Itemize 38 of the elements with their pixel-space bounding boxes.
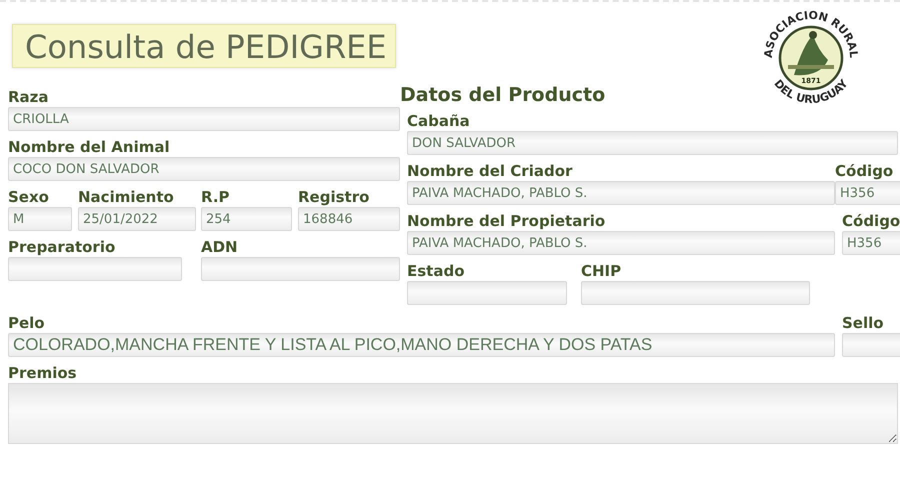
text-field[interactable]	[581, 281, 810, 305]
field-label: Pelo	[8, 314, 46, 332]
field-label: R.P	[201, 188, 231, 206]
field-label: Cabaña	[407, 112, 471, 130]
field-label: Código	[835, 162, 894, 180]
field-label: Nombre del Criador	[407, 162, 574, 180]
field-label: Nombre del Propietario	[407, 212, 606, 230]
text-field[interactable]	[8, 257, 182, 281]
text-area[interactable]	[8, 383, 898, 444]
text-field[interactable]: COLORADO,MANCHA FRENTE Y LISTA AL PICO,MANO DERECHA Y DOS PATAS	[8, 333, 835, 357]
field-label: Estado	[407, 262, 466, 280]
field-label: Código	[842, 212, 900, 230]
field-label: Sexo	[8, 188, 50, 206]
section-heading: Datos del Producto	[400, 84, 606, 106]
text-field[interactable]: COCO DON SALVADOR	[8, 157, 400, 181]
field-label: Premios	[8, 364, 78, 382]
field-label: Raza	[8, 88, 50, 106]
text-field[interactable]: PAIVA MACHADO, PABLO S.	[407, 231, 835, 255]
text-field[interactable]: CRIOLLA	[8, 107, 400, 131]
text-field[interactable]	[201, 257, 400, 281]
field-label: Preparatorio	[8, 238, 116, 256]
text-field[interactable]: 25/01/2022	[78, 207, 196, 231]
text-field[interactable]	[842, 333, 900, 357]
text-field[interactable]: PAIVA MACHADO, PABLO S.	[407, 181, 835, 205]
field-label: Nombre del Animal	[8, 138, 171, 156]
text-field[interactable]: 168846	[298, 207, 400, 231]
field-label: Nacimiento	[78, 188, 175, 206]
text-field[interactable]: M	[8, 207, 72, 231]
page-title: Consulta de PEDIGREE	[12, 24, 396, 68]
text-field[interactable]: H356	[842, 231, 900, 255]
text-field[interactable]: DON SALVADOR	[407, 131, 898, 155]
field-label: Sello	[842, 314, 885, 332]
text-field[interactable]	[407, 281, 567, 305]
field-label: CHIP	[581, 262, 622, 280]
text-field[interactable]: 254	[201, 207, 292, 231]
field-label: Registro	[298, 188, 370, 206]
text-field[interactable]: H356	[835, 181, 900, 205]
field-label: ADN	[201, 238, 239, 256]
